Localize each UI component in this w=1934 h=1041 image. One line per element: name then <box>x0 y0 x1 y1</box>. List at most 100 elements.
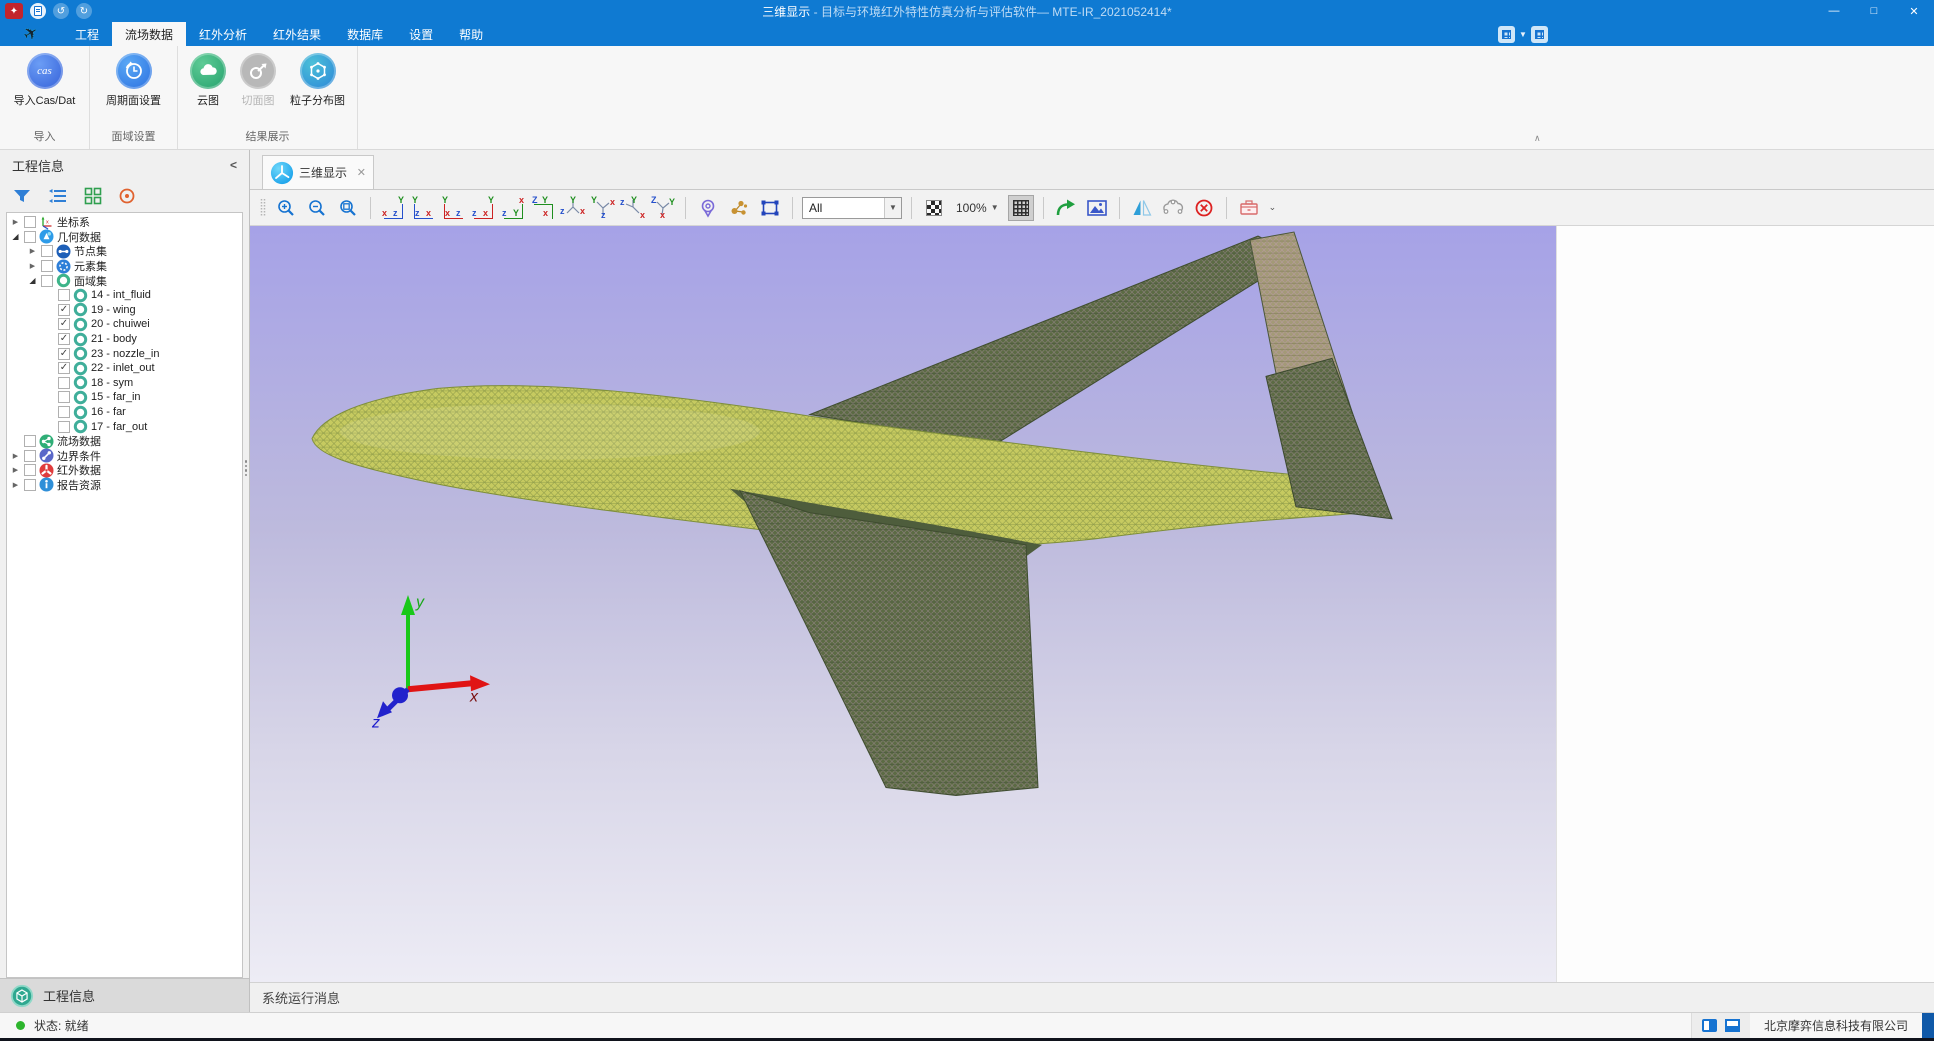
tree-item[interactable]: ▶边界条件 <box>7 449 242 464</box>
menu-item-infrared-results[interactable]: 红外结果 <box>260 22 334 46</box>
tree-item[interactable]: ▶元素集 <box>7 259 242 274</box>
tree-checkbox[interactable] <box>58 406 70 418</box>
panel-layout-icon[interactable] <box>1702 1019 1717 1032</box>
chevron-down-icon[interactable]: ▼ <box>884 198 901 218</box>
zoom-level-dropdown[interactable]: 100%▼ <box>952 201 1003 215</box>
maximize-button[interactable]: □ <box>1854 0 1894 22</box>
tree-checkbox[interactable] <box>24 435 36 447</box>
tree-item[interactable]: ▶报告资源 <box>7 478 242 493</box>
tab-3d-view[interactable]: 三维显示 ✕ <box>262 155 374 189</box>
tree-item[interactable]: ▶x坐标系 <box>7 215 242 230</box>
tree-checkbox[interactable] <box>41 275 53 287</box>
tree-checkbox[interactable]: ✓ <box>58 348 70 360</box>
panel-splitter-handle[interactable] <box>244 460 248 476</box>
tree-item[interactable]: ✓20 - chuiwei <box>7 317 242 332</box>
tree-checkbox[interactable]: ✓ <box>58 362 70 374</box>
tree-checkbox[interactable] <box>24 450 36 462</box>
tree-item[interactable]: 流场数据 <box>7 434 242 449</box>
window-style-icon[interactable] <box>1498 26 1515 43</box>
resize-grip[interactable] <box>1922 1013 1934 1038</box>
tree-checkbox[interactable] <box>41 245 53 257</box>
console-layout-icon[interactable] <box>1725 1019 1740 1032</box>
tab-close-icon[interactable]: ✕ <box>357 166 366 179</box>
tree-item[interactable]: 15 - far_in <box>7 390 242 405</box>
zoom-in-icon[interactable] <box>273 195 299 221</box>
zoom-fit-icon[interactable] <box>335 195 361 221</box>
tree-item[interactable]: ▶红外数据 <box>7 463 242 478</box>
tree-item[interactable]: ▶节点集 <box>7 244 242 259</box>
tree-checkbox[interactable] <box>24 479 36 491</box>
tree-item[interactable]: ◢几何数据 <box>7 230 242 245</box>
locate-icon[interactable] <box>118 187 136 205</box>
cancel-icon[interactable] <box>1191 195 1217 221</box>
box-select-icon[interactable] <box>757 195 783 221</box>
minimize-button[interactable]: — <box>1814 0 1854 22</box>
cloud-map-icon[interactable] <box>1160 195 1186 221</box>
mirror-icon[interactable] <box>1129 195 1155 221</box>
contour-cloud-button[interactable]: 云图 <box>183 53 233 108</box>
close-button[interactable]: ✕ <box>1894 0 1934 22</box>
import-cas-dat-button[interactable]: cas 导入Cas/Dat <box>7 53 83 108</box>
menu-item-infrared-analysis[interactable]: 红外分析 <box>186 22 260 46</box>
tree-checkbox[interactable] <box>58 421 70 433</box>
tree-expander-icon[interactable]: ◢ <box>27 276 38 285</box>
menu-item-database[interactable]: 数据库 <box>334 22 396 46</box>
tree-item[interactable]: ✓22 - inlet_out <box>7 361 242 376</box>
zoom-out-icon[interactable] <box>304 195 330 221</box>
tree-expander-icon[interactable]: ▶ <box>27 247 38 255</box>
periodic-face-settings-button[interactable]: 周期面设置 <box>99 53 168 108</box>
filter-icon[interactable] <box>12 187 32 205</box>
tree-checkbox[interactable] <box>24 464 36 476</box>
viewport-3d[interactable]: y x z <box>250 226 1556 982</box>
export-arrow-icon[interactable] <box>1053 195 1079 221</box>
chevron-down-icon[interactable]: ⌄ <box>1269 202 1277 213</box>
save-view-icon[interactable] <box>1236 195 1262 221</box>
mesh-grid-toggle[interactable] <box>1008 195 1034 221</box>
tree-checkbox[interactable] <box>58 377 70 389</box>
tree-expander-icon[interactable]: ▶ <box>10 466 21 474</box>
view-front-icon[interactable]: Yxz <box>380 196 406 220</box>
tree-item[interactable]: ✓23 - nozzle_in <box>7 346 242 361</box>
undo-button[interactable]: ↺ <box>53 3 69 19</box>
tree-item[interactable]: ✓19 - wing <box>7 303 242 318</box>
tree-checkbox[interactable] <box>58 391 70 403</box>
display-filter-select[interactable]: All ▼ <box>802 197 902 219</box>
window-layout-icon[interactable] <box>1531 26 1548 43</box>
particle-trace-icon[interactable] <box>726 195 752 221</box>
ribbon-collapse-chevron[interactable]: ∧ <box>1534 133 1541 144</box>
tree-item[interactable]: 14 - int_fluid <box>7 288 242 303</box>
tree-expander-icon[interactable]: ▶ <box>10 452 21 460</box>
tree-item[interactable]: 18 - sym <box>7 376 242 391</box>
tree-item[interactable]: 17 - far_out <box>7 419 242 434</box>
tree-expander-icon[interactable]: ▶ <box>27 262 38 270</box>
snapshot-icon[interactable] <box>1084 195 1110 221</box>
tree-expander-icon[interactable]: ◢ <box>10 232 21 241</box>
view-back-icon[interactable]: Yzx <box>410 196 436 220</box>
tree-expander-icon[interactable]: ▶ <box>10 481 21 489</box>
list-settings-icon[interactable] <box>48 187 68 205</box>
chevron-down-icon[interactable]: ▼ <box>1519 30 1527 39</box>
view-bottom-icon[interactable]: ZYx <box>530 196 556 220</box>
view-iso-3-icon[interactable]: zYx <box>620 196 646 220</box>
menu-item-help[interactable]: 帮助 <box>446 22 496 46</box>
app-logo-icon[interactable]: ✦ <box>5 3 23 19</box>
section-plane-button[interactable]: 切面图 <box>233 53 283 108</box>
new-document-button[interactable] <box>30 3 46 19</box>
view-left-icon[interactable]: Yxz <box>440 196 466 220</box>
menu-item-flowfield-data[interactable]: 流场数据 <box>112 22 186 46</box>
tree-item[interactable]: 16 - far <box>7 405 242 420</box>
grid-view-icon[interactable] <box>84 187 102 205</box>
probe-location-icon[interactable] <box>695 195 721 221</box>
panel-collapse-icon[interactable]: < <box>230 158 237 172</box>
view-iso-1-icon[interactable]: zYx <box>560 196 586 220</box>
view-right-icon[interactable]: Yzx <box>470 196 496 220</box>
tree-checkbox[interactable]: ✓ <box>58 318 70 330</box>
tree-expander-icon[interactable]: ▶ <box>10 218 21 226</box>
tree-item[interactable]: ◢面域集 <box>7 273 242 288</box>
redo-button[interactable]: ↻ <box>76 3 92 19</box>
menu-item-settings[interactable]: 设置 <box>396 22 446 46</box>
tree-checkbox[interactable] <box>41 260 53 272</box>
tree-checkbox[interactable] <box>58 289 70 301</box>
particle-distribution-button[interactable]: 粒子分布图 <box>283 53 352 108</box>
menu-item-engineering[interactable]: 工程 <box>62 22 112 46</box>
